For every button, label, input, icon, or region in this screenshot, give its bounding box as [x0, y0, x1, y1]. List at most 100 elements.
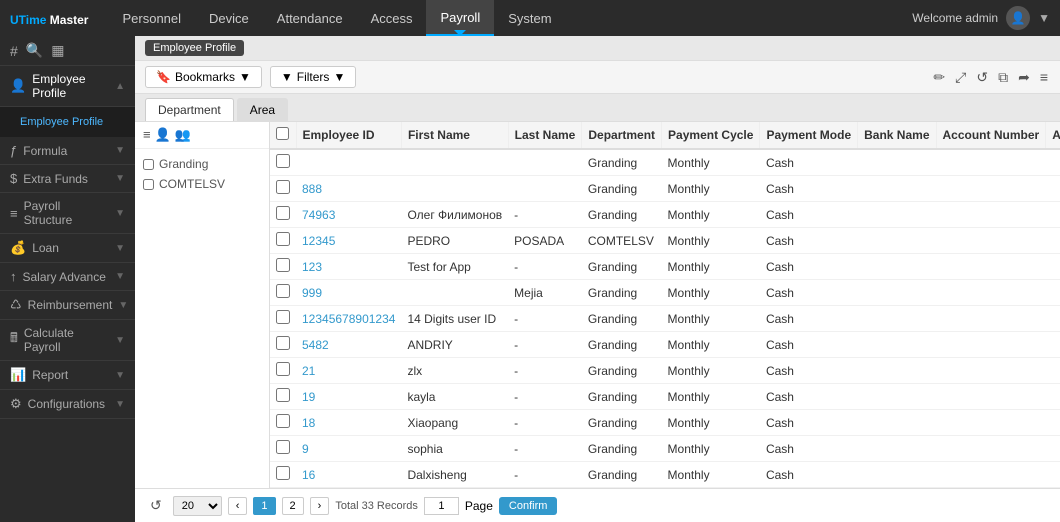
copy-toolbar-icon[interactable]: ⧉: [996, 67, 1010, 88]
user-single-icon[interactable]: 👤: [155, 127, 171, 143]
cell-last-name: -: [508, 306, 582, 332]
per-page-select[interactable]: 20 50 100: [173, 496, 222, 516]
bookmarks-arrow-icon: ▼: [239, 70, 251, 84]
row-checkbox-cell: [270, 462, 296, 488]
expand-toolbar-icon[interactable]: ⤢: [953, 67, 968, 88]
nav-device[interactable]: Device: [195, 0, 263, 36]
sidebar-item-employee-profile[interactable]: 👤 Employee Profile ▲: [0, 66, 135, 107]
cell-department: Granding: [582, 462, 662, 488]
breadcrumb-bar: Employee Profile: [135, 36, 1060, 61]
nav-system[interactable]: System: [494, 0, 565, 36]
cell-account-number: [936, 176, 1046, 202]
row-select-checkbox[interactable]: [276, 388, 290, 402]
sidebar-search-icon[interactable]: 🔍: [26, 42, 43, 59]
edit-toolbar-icon[interactable]: ✏: [931, 67, 947, 88]
user-group-icon[interactable]: 👥: [175, 127, 191, 143]
row-select-checkbox[interactable]: [276, 284, 290, 298]
row-select-checkbox[interactable]: [276, 362, 290, 376]
emp-id-link[interactable]: 9: [302, 442, 309, 456]
emp-id-link[interactable]: 123: [302, 260, 322, 274]
tab-area[interactable]: Area: [237, 98, 288, 121]
bookmarks-button[interactable]: 🔖 Bookmarks ▼: [145, 66, 262, 88]
tab-bar: Department Area: [135, 94, 1060, 122]
nav-attendance[interactable]: Attendance: [263, 0, 357, 36]
next-page-button[interactable]: ›: [310, 497, 330, 515]
filter-comtelsv-checkbox[interactable]: [143, 179, 154, 190]
sidebar-sub-employee-profile[interactable]: Employee Profile: [0, 111, 135, 133]
sidebar-item-payroll-structure[interactable]: ≡ Payroll Structure ▼: [0, 193, 135, 234]
page-jump-input[interactable]: [424, 497, 459, 515]
cell-payment-mode: Cash: [760, 332, 858, 358]
row-select-checkbox[interactable]: [276, 232, 290, 246]
top-navigation: UTime Master Personnel Device Attendance…: [0, 0, 1060, 36]
emp-id-link[interactable]: 16: [302, 468, 315, 482]
pagination-refresh-icon[interactable]: ↺: [145, 495, 167, 516]
th-department: Department: [582, 122, 662, 149]
nav-personnel[interactable]: Personnel: [108, 0, 195, 36]
cell-emp-id: 123: [296, 254, 401, 280]
nav-access[interactable]: Access: [357, 0, 427, 36]
filter-comtelsv[interactable]: COMTELSV: [143, 174, 261, 194]
select-all-checkbox[interactable]: [276, 127, 289, 140]
filters-button[interactable]: ▼ Filters ▼: [270, 66, 356, 88]
sidebar-item-report[interactable]: 📊 Report ▼: [0, 361, 135, 390]
nav-payroll[interactable]: Payroll: [426, 0, 494, 36]
dropdown-icon[interactable]: ▼: [1038, 11, 1050, 25]
sidebar-item-reimbursement[interactable]: ♺ Reimbursement ▼: [0, 291, 135, 320]
row-select-checkbox[interactable]: [276, 440, 290, 454]
welcome-text: Welcome admin: [912, 11, 998, 25]
row-select-checkbox[interactable]: [276, 180, 290, 194]
sidebar-tag-icon[interactable]: #: [10, 43, 18, 59]
row-select-checkbox[interactable]: [276, 336, 290, 350]
cell-payment-cycle: Monthly: [662, 306, 760, 332]
cell-department: Granding: [582, 436, 662, 462]
table-header-row: Employee ID First Name Last Name Departm…: [270, 122, 1060, 149]
prev-page-button[interactable]: ‹: [228, 497, 248, 515]
row-select-checkbox[interactable]: [276, 258, 290, 272]
formula-icon: ƒ: [10, 143, 17, 158]
filter-icon: ▼: [281, 70, 293, 84]
export-toolbar-icon[interactable]: ➦: [1016, 67, 1032, 88]
filter-granding-checkbox[interactable]: [143, 159, 154, 170]
sidebar-item-extra-funds[interactable]: $ Extra Funds ▼: [0, 165, 135, 193]
cell-payment-mode: Cash: [760, 149, 858, 176]
row-select-checkbox[interactable]: [276, 310, 290, 324]
emp-id-link[interactable]: 18: [302, 416, 315, 430]
sidebar-item-formula[interactable]: ƒ Formula ▼: [0, 137, 135, 165]
page-1-button[interactable]: 1: [253, 497, 275, 515]
sidebar-item-salary-advance[interactable]: ↑ Salary Advance ▼: [0, 263, 135, 291]
sidebar-item-loan[interactable]: 💰 Loan ▼: [0, 234, 135, 263]
cell-emp-id: 12345: [296, 228, 401, 254]
tab-department[interactable]: Department: [145, 98, 234, 121]
configurations-arrow-icon: ▼: [115, 399, 125, 410]
row-checkbox-cell: [270, 332, 296, 358]
row-select-checkbox[interactable]: [276, 206, 290, 220]
refresh-toolbar-icon[interactable]: ↺: [974, 67, 990, 88]
filter-granding[interactable]: Granding: [143, 154, 261, 174]
emp-id-link[interactable]: 19: [302, 390, 315, 404]
sidebar-item-calculate-payroll[interactable]: 🖩 Calculate Payroll ▼: [0, 320, 135, 361]
emp-id-link[interactable]: 999: [302, 286, 322, 300]
menu-toolbar-icon[interactable]: ≡: [1038, 67, 1050, 87]
cell-account-number: [936, 202, 1046, 228]
row-select-checkbox[interactable]: [276, 414, 290, 428]
emp-id-link[interactable]: 12345: [302, 234, 335, 248]
row-select-checkbox[interactable]: [276, 154, 290, 168]
emp-id-link[interactable]: 74963: [302, 208, 335, 222]
list-view-icon[interactable]: ≡: [143, 127, 151, 143]
emp-id-link[interactable]: 888: [302, 182, 322, 196]
emp-id-link[interactable]: 21: [302, 364, 315, 378]
row-select-checkbox[interactable]: [276, 466, 290, 480]
loan-arrow-icon: ▼: [115, 243, 125, 254]
cell-last-name: POSADA: [508, 228, 582, 254]
emp-id-link[interactable]: 12345678901234: [302, 312, 395, 326]
confirm-page-button[interactable]: Confirm: [499, 497, 558, 515]
breadcrumb-tag: Employee Profile: [145, 40, 244, 56]
cell-department: Granding: [582, 332, 662, 358]
user-avatar[interactable]: 👤: [1006, 6, 1030, 30]
sidebar-grid-icon[interactable]: ▦: [51, 42, 64, 59]
page-2-button[interactable]: 2: [282, 497, 304, 515]
emp-id-link[interactable]: 5482: [302, 338, 329, 352]
cell-account-number: [936, 254, 1046, 280]
sidebar-item-configurations[interactable]: ⚙ Configurations ▼: [0, 390, 135, 419]
